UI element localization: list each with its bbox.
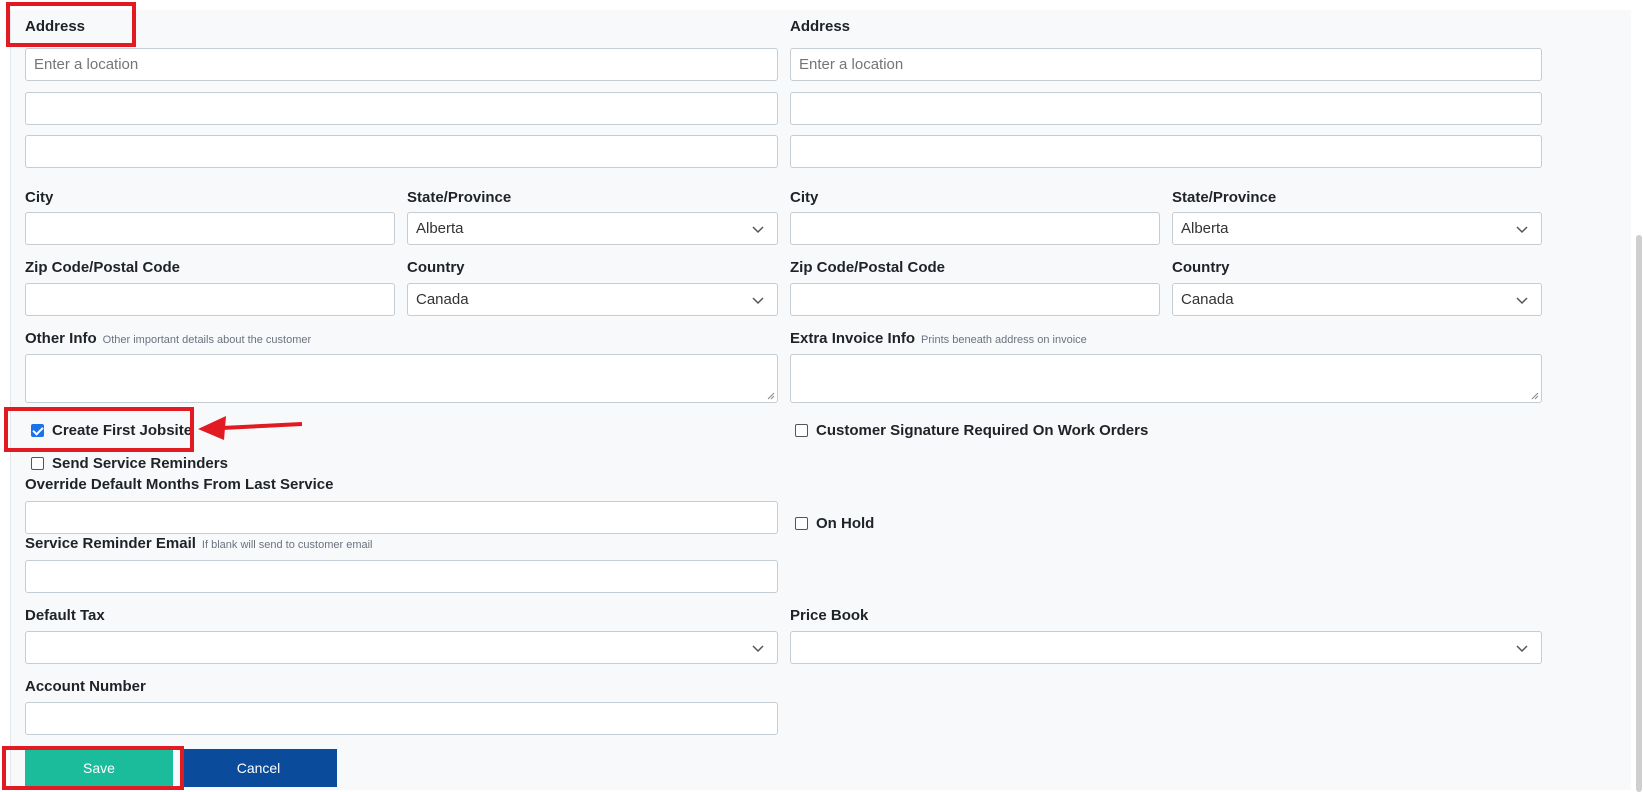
jobsite-highlight-box: [4, 407, 194, 452]
right-state-value: Alberta: [1181, 220, 1229, 237]
other-info-textarea[interactable]: [25, 354, 778, 403]
chevron-down-icon: [1516, 226, 1528, 234]
chevron-down-icon: [1516, 645, 1528, 653]
service-reminder-email-label-text: Service Reminder Email: [25, 535, 196, 552]
right-address-line1-input[interactable]: [790, 48, 1542, 81]
on-hold-label: On Hold: [816, 515, 875, 532]
default-tax-select[interactable]: [25, 631, 778, 664]
right-zip-input[interactable]: [790, 283, 1160, 316]
right-state-label: State/Province: [1172, 189, 1277, 206]
on-hold-checkbox-box[interactable]: [795, 517, 808, 530]
other-info-hint: Other important details about the custom…: [102, 334, 312, 346]
address-highlight-box: [6, 2, 136, 47]
send-service-reminders-label: Send Service Reminders: [52, 455, 228, 472]
default-tax-label: Default Tax: [25, 607, 105, 624]
scrollbar[interactable]: [1636, 235, 1642, 792]
signature-required-checkbox[interactable]: Customer Signature Required On Work Orde…: [795, 422, 1148, 439]
right-address-label: Address: [790, 18, 851, 35]
zip-label: Zip Code/Postal Code: [25, 259, 181, 276]
service-reminder-email-hint: If blank will send to customer email: [201, 539, 373, 551]
city-label: City: [25, 189, 54, 206]
state-select[interactable]: Alberta: [407, 212, 778, 245]
chevron-down-icon: [1516, 297, 1528, 305]
right-city-label: City: [790, 189, 819, 206]
country-value: Canada: [416, 291, 469, 308]
override-months-input[interactable]: [25, 501, 778, 534]
address-line2-input[interactable]: [25, 92, 778, 125]
save-highlight-box: [2, 746, 184, 790]
extra-invoice-textarea[interactable]: [790, 354, 1542, 403]
account-number-input[interactable]: [25, 702, 778, 735]
address-line3-input[interactable]: [25, 135, 778, 168]
right-country-select[interactable]: Canada: [1172, 283, 1542, 316]
city-input[interactable]: [25, 212, 395, 245]
signature-required-checkbox-box[interactable]: [795, 424, 808, 437]
zip-input[interactable]: [25, 283, 395, 316]
override-months-label: Override Default Months From Last Servic…: [25, 476, 334, 493]
chevron-down-icon: [752, 226, 764, 234]
other-info-label-text: Other Info: [25, 330, 97, 347]
price-book-label: Price Book: [790, 607, 869, 624]
price-book-select[interactable]: [790, 631, 1542, 664]
right-zip-label: Zip Code/Postal Code: [790, 259, 946, 276]
arrow-icon: [198, 416, 303, 440]
right-country-value: Canada: [1181, 291, 1234, 308]
send-service-reminders-checkbox[interactable]: Send Service Reminders: [31, 455, 228, 472]
send-service-reminders-checkbox-box[interactable]: [31, 457, 44, 470]
extra-invoice-hint: Prints beneath address on invoice: [921, 334, 1087, 346]
chevron-down-icon: [752, 645, 764, 653]
cancel-button[interactable]: Cancel: [180, 749, 337, 787]
address-line1-input[interactable]: [25, 48, 778, 81]
service-reminder-email-input[interactable]: [25, 560, 778, 593]
account-number-label: Account Number: [25, 678, 146, 695]
extra-invoice-label-text: Extra Invoice Info: [790, 330, 916, 347]
right-state-select[interactable]: Alberta: [1172, 212, 1542, 245]
resize-grip-icon[interactable]: [1531, 392, 1539, 400]
right-city-input[interactable]: [790, 212, 1160, 245]
state-label: State/Province: [407, 189, 512, 206]
other-info-label: Other Info Other important details about …: [25, 330, 311, 349]
country-label: Country: [407, 259, 465, 276]
extra-invoice-label: Extra Invoice Info Prints beneath address…: [790, 330, 1087, 349]
country-select[interactable]: Canada: [407, 283, 778, 316]
resize-grip-icon[interactable]: [767, 392, 775, 400]
right-address-line2-input[interactable]: [790, 92, 1542, 125]
on-hold-checkbox[interactable]: On Hold: [795, 515, 874, 532]
chevron-down-icon: [752, 297, 764, 305]
signature-required-label: Customer Signature Required On Work Orde…: [816, 422, 1149, 439]
state-value: Alberta: [416, 220, 464, 237]
right-address-line3-input[interactable]: [790, 135, 1542, 168]
right-country-label: Country: [1172, 259, 1230, 276]
service-reminder-email-label: Service Reminder Email If blank will send…: [25, 535, 373, 554]
